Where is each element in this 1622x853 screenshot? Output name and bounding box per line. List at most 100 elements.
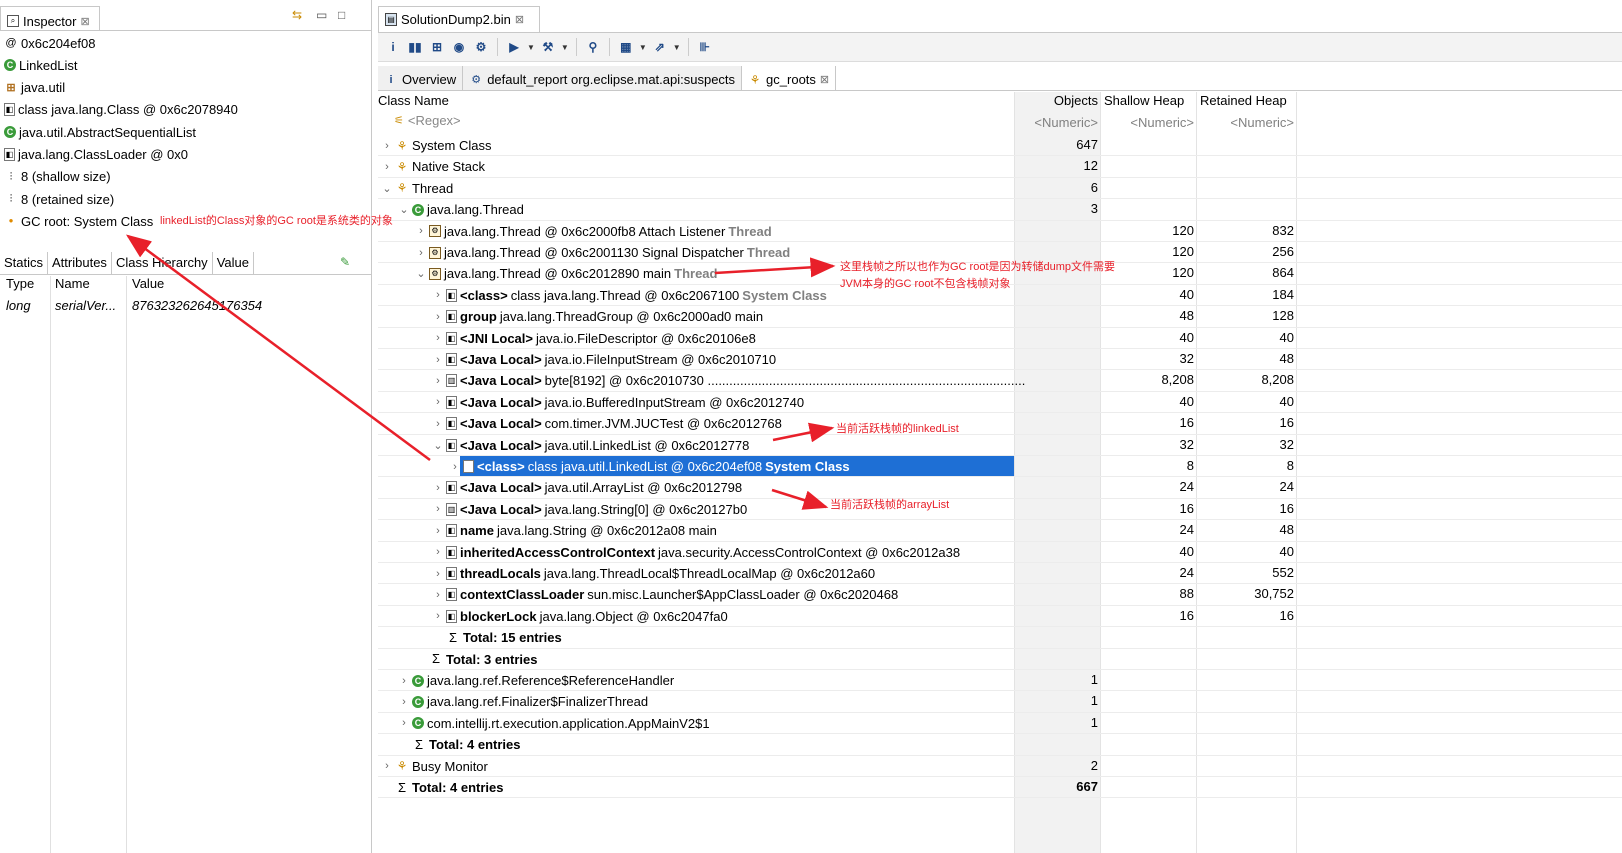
chevron-right-icon[interactable]: › <box>382 161 392 173</box>
chevron-right-icon[interactable]: › <box>433 546 443 558</box>
chevron-down-icon[interactable]: ▼ <box>527 43 535 52</box>
tab-default-report[interactable]: ⚙ default_report org.eclipse.mat.api:sus… <box>463 66 743 90</box>
inspector-item[interactable]: ● GC root: System Class <box>4 211 154 231</box>
chevron-right-icon[interactable]: › <box>433 503 443 515</box>
table-row[interactable]: › ▥ <Java Local> byte[8192] @ 0x6c2010730 .… <box>378 370 1622 392</box>
chevron-right-icon[interactable]: › <box>382 760 392 772</box>
total-row[interactable]: Σ Total: 15 entries <box>378 627 1622 649</box>
chevron-right-icon[interactable]: › <box>433 375 443 387</box>
col-class-name[interactable]: Class Name <box>378 92 1008 112</box>
table-row[interactable]: ⌄ Cjava.lang.Thread 3 <box>378 199 1622 221</box>
chevron-right-icon[interactable]: › <box>433 610 443 622</box>
table-row[interactable]: › ⚘ Busy Monitor 2 <box>378 756 1622 777</box>
col-shallow-heap[interactable]: Shallow Heap <box>1104 92 1196 112</box>
tab-statics[interactable]: Statics <box>0 252 49 274</box>
chevron-down-icon[interactable]: ⌄ <box>399 203 409 216</box>
chevron-down-icon[interactable]: ⌄ <box>416 267 426 280</box>
table-row[interactable]: › ◧ <Java Local> java.util.ArrayList @ 0x6c… <box>378 477 1622 499</box>
chevron-down-icon[interactable]: ▼ <box>561 43 569 52</box>
total-row[interactable]: Σ Total: 4 entries 667 <box>378 777 1622 799</box>
chevron-right-icon[interactable]: › <box>433 396 443 408</box>
calculate-retained-icon[interactable]: ⊪ <box>696 38 714 56</box>
link-with-view-icon[interactable]: ⇆ <box>292 8 302 22</box>
chevron-right-icon[interactable]: › <box>399 717 409 729</box>
chevron-right-icon[interactable]: › <box>433 311 443 323</box>
table-row[interactable]: › Ccom.intellij.rt.execution.application.… <box>378 713 1622 735</box>
table-row[interactable]: › ◧ <Java Local> java.io.BufferedInputStrea… <box>378 392 1622 414</box>
chevron-down-icon[interactable]: ⌄ <box>433 439 443 452</box>
chevron-right-icon[interactable]: › <box>399 696 409 708</box>
close-icon[interactable]: ⊠ <box>820 73 829 86</box>
chevron-right-icon[interactable]: › <box>433 332 443 344</box>
table-row[interactable]: › ⚘ Native Stack 12 <box>378 156 1622 178</box>
tab-value[interactable]: Value <box>213 252 254 274</box>
chevron-down-icon[interactable]: ⌄ <box>382 182 392 195</box>
tab-gc-roots[interactable]: ⚘ gc_roots ⊠ <box>742 66 837 90</box>
tab-attributes[interactable]: Attributes <box>48 252 112 274</box>
table-row[interactable]: › Cjava.lang.ref.Reference$ReferenceHandl… <box>378 670 1622 692</box>
table-row[interactable]: › ⚙ java.lang.Thread @ 0x6c2000fb8 Attach … <box>378 221 1622 242</box>
table-row[interactable]: ⌄ ⚘ Thread 6 <box>378 178 1622 200</box>
inspector-item[interactable]: ⊞ java.util <box>4 78 65 98</box>
close-icon[interactable]: ⊠ <box>80 15 89 28</box>
col-value[interactable]: Value <box>132 276 164 296</box>
table-row[interactable]: › ◧ contextClassLoader sun.misc.Launcher$Ap… <box>378 584 1622 606</box>
thread-overview-icon[interactable]: ⚙ <box>472 38 490 56</box>
table-row[interactable]: › ◧ threadLocals java.lang.ThreadLocal$Thre… <box>378 563 1622 585</box>
chevron-right-icon[interactable]: › <box>382 140 392 152</box>
table-row[interactable]: › ◧ blockerLock java.lang.Object @ 0x6c2047… <box>378 606 1622 628</box>
col-objects[interactable]: Objects <box>1014 92 1098 112</box>
table-row[interactable]: › ▥ <Java Local> java.lang.String[0] @ 0x6c… <box>378 499 1622 521</box>
chevron-right-icon[interactable]: › <box>433 482 443 494</box>
table-row[interactable]: › ⚘ System Class 647 <box>378 135 1622 157</box>
total-row[interactable]: Σ Total: 3 entries <box>378 649 1622 670</box>
chevron-right-icon[interactable]: › <box>433 289 443 301</box>
chevron-right-icon[interactable]: › <box>433 354 443 366</box>
col-type[interactable]: Type <box>6 276 34 296</box>
info-icon[interactable]: i <box>384 38 402 56</box>
editor-tab[interactable]: ▤ SolutionDump2.bin ⊠ <box>378 6 540 32</box>
inspector-item[interactable]: @0x6c204ef08 <box>4 33 95 53</box>
close-icon[interactable]: ⊠ <box>515 13 524 26</box>
maximize-icon[interactable]: □ <box>338 8 345 22</box>
objects-filter[interactable]: <Numeric> <box>1014 115 1098 130</box>
table-row[interactable]: › ◧ <JNI Local> java.io.FileDescriptor @ 0x… <box>378 328 1622 349</box>
chevron-right-icon[interactable]: › <box>433 525 443 537</box>
table-row[interactable]: › ◧ inheritedAccessControlContext java.secu… <box>378 542 1622 563</box>
chevron-down-icon[interactable]: ▼ <box>673 43 681 52</box>
table-row[interactable]: › ◧ <Java Local> java.io.FileInputStream @ … <box>378 349 1622 371</box>
chevron-right-icon[interactable]: › <box>433 568 443 580</box>
inspector-item[interactable]: ⫶ 8 (shallow size) <box>4 167 111 187</box>
tab-overview[interactable]: i Overview <box>378 66 464 90</box>
inspector-item[interactable]: ◧ java.lang.ClassLoader @ 0x0 <box>4 145 188 165</box>
minimize-icon[interactable]: ▭ <box>316 8 327 22</box>
table-row[interactable]: › ◧ <class> class java.util.LinkedList @ 0x… <box>378 456 1622 478</box>
inspector-item[interactable]: C LinkedList <box>4 55 78 75</box>
table-row[interactable]: › ◧ group java.lang.ThreadGroup @ 0x6c2000a… <box>378 306 1622 328</box>
chevron-right-icon[interactable]: › <box>450 461 460 473</box>
export-icon[interactable]: ⇗ <box>651 38 669 56</box>
chevron-right-icon[interactable]: › <box>433 418 443 430</box>
chevron-right-icon[interactable]: › <box>416 247 426 259</box>
tab-class-hierarchy[interactable]: Class Hierarchy <box>112 252 213 274</box>
col-name[interactable]: Name <box>55 276 90 296</box>
regex-filter[interactable]: ⚟ <Regex> <box>394 113 461 128</box>
table-row[interactable]: › ◧ <Java Local> com.timer.JVM.JUCTest @ 0x… <box>378 413 1622 435</box>
query-browser-icon[interactable]: ⚒ <box>539 38 557 56</box>
chevron-down-icon[interactable]: ▼ <box>639 43 647 52</box>
chevron-right-icon[interactable]: › <box>399 675 409 687</box>
table-row[interactable]: ⌄ ◧ <Java Local> java.util.LinkedList @ 0x6… <box>378 435 1622 456</box>
chevron-right-icon[interactable]: › <box>416 225 426 237</box>
dominator-tree-icon[interactable]: ⊞ <box>428 38 446 56</box>
table-row[interactable]: › Cjava.lang.ref.Finalizer$FinalizerThrea… <box>378 691 1622 713</box>
run-report-icon[interactable]: ▶ <box>505 38 523 56</box>
inspector-item[interactable]: ⫶ 8 (retained size) <box>4 189 115 209</box>
oql-icon[interactable]: ◉ <box>450 38 468 56</box>
shallow-filter[interactable]: <Numeric> <box>1100 115 1194 130</box>
inspector-item[interactable]: Cjava.util.AbstractSequentialList <box>4 122 196 142</box>
inspector-tab[interactable]: ⌕ Inspector ⊠ <box>0 6 100 31</box>
chevron-right-icon[interactable]: › <box>433 589 443 601</box>
retained-filter[interactable]: <Numeric> <box>1196 115 1294 130</box>
inspector-item[interactable]: ◧ class java.lang.Class @ 0x6c2078940 <box>4 100 238 120</box>
table-row[interactable]: › ◧ name java.lang.String @ 0x6c2012a08 mai… <box>378 520 1622 542</box>
